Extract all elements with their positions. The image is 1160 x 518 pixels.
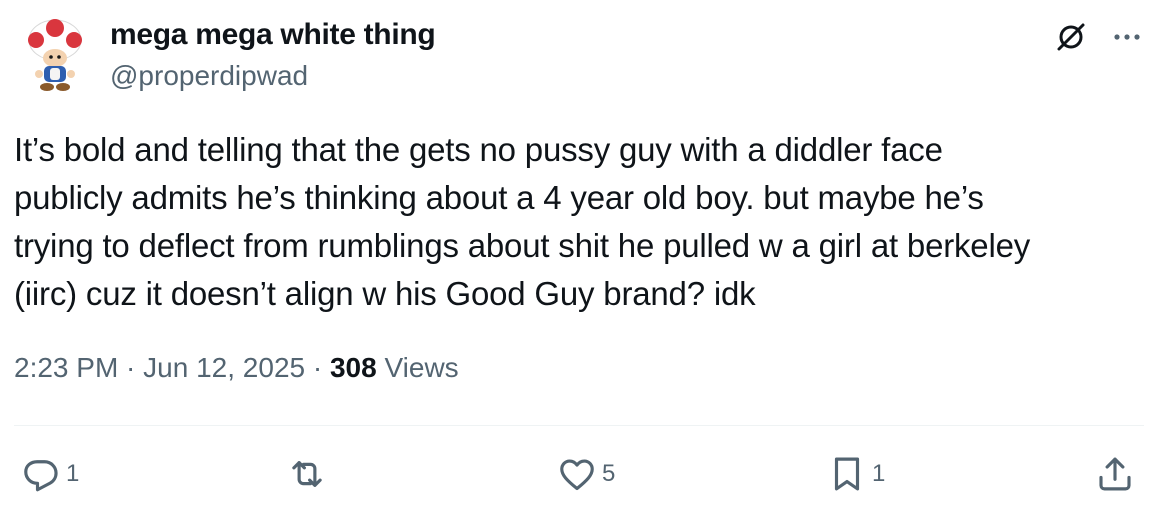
- user-handle[interactable]: @properdipwad: [110, 60, 308, 92]
- toad-avatar-icon: [28, 19, 82, 91]
- views-label: Views: [376, 352, 459, 383]
- meta-separator: ·: [305, 352, 330, 383]
- post-date[interactable]: Jun 12, 2025: [143, 352, 305, 383]
- repost-button[interactable]: [286, 452, 332, 496]
- like-count: 5: [602, 460, 616, 487]
- tweet-card: mega mega white thing @properdipwad It’s…: [0, 0, 1160, 518]
- share-icon: [1094, 453, 1136, 495]
- bookmark-count: 1: [872, 460, 886, 487]
- post-time[interactable]: 2:23 PM: [14, 352, 118, 383]
- avatar[interactable]: [22, 16, 88, 94]
- bookmark-button[interactable]: 1: [826, 452, 885, 496]
- reply-icon: [20, 453, 62, 495]
- divider: [14, 425, 1144, 426]
- like-button[interactable]: 5: [556, 452, 615, 496]
- bookmark-icon: [826, 453, 868, 495]
- grok-icon[interactable]: [1054, 20, 1088, 54]
- reply-button[interactable]: 1: [20, 452, 79, 496]
- tweet-meta: 2:23 PM · Jun 12, 2025 · 308 Views: [14, 352, 459, 384]
- share-button[interactable]: [1094, 452, 1136, 496]
- repost-icon: [286, 453, 328, 495]
- display-name[interactable]: mega mega white thing: [110, 18, 436, 52]
- reply-count: 1: [66, 460, 80, 487]
- views-count: 308: [329, 352, 377, 383]
- more-options-icon[interactable]: [1110, 20, 1144, 54]
- heart-icon: [556, 453, 598, 495]
- tweet-text: It’s bold and telling that the gets no p…: [14, 131, 1031, 312]
- meta-separator: ·: [118, 352, 144, 383]
